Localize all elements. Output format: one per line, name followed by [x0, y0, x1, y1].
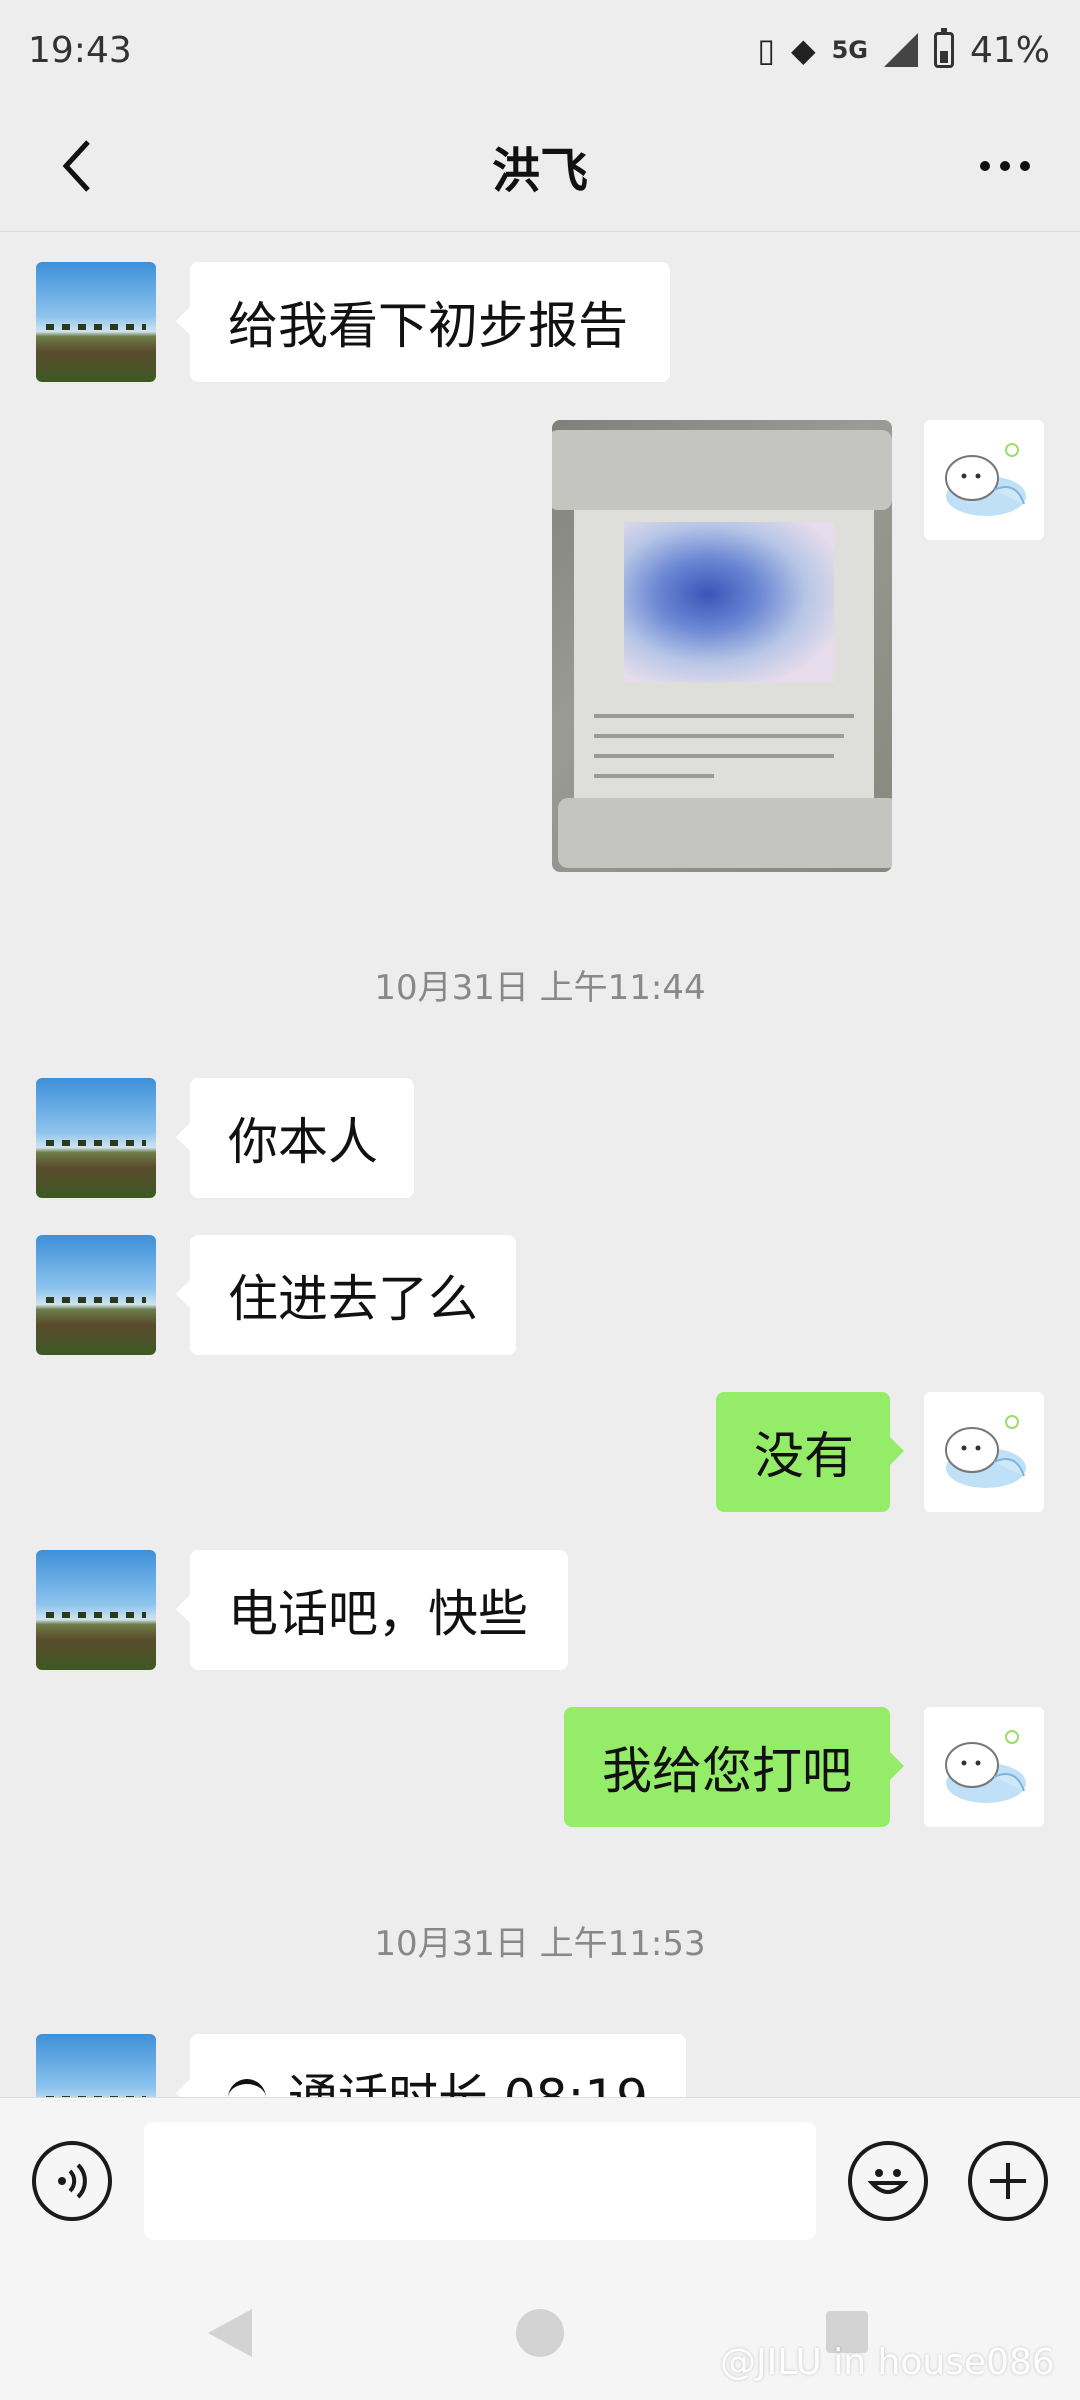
watermark: @JILU in house086: [720, 2342, 1055, 2383]
message-bubble[interactable]: 电话吧，快些: [176, 1550, 568, 1670]
chat-title: 洪飞: [491, 142, 588, 199]
status-icons: ▯ ◆ 5G 41%: [757, 28, 1050, 71]
contact-avatar[interactable]: [36, 262, 156, 382]
signal-icon: [883, 33, 918, 67]
call-duration: 通话时长 08:19: [288, 2058, 648, 2097]
plus-button[interactable]: [968, 2141, 1048, 2221]
contact-avatar[interactable]: [36, 2034, 156, 2097]
message-input[interactable]: [144, 2122, 816, 2240]
voice-icon: [58, 2163, 87, 2199]
contact-avatar[interactable]: [36, 1078, 156, 1198]
contact-avatar[interactable]: [36, 1235, 156, 1355]
back-button[interactable]: [40, 128, 116, 204]
emoji-button[interactable]: [848, 2141, 928, 2221]
plus-icon: [990, 2163, 1026, 2199]
status-bar: 19:43 ▯ ◆ 5G 41%: [0, 0, 1080, 100]
sleeping-bear-icon: [945, 1730, 1026, 1803]
message-bubble[interactable]: 住进去了么: [176, 1235, 516, 1355]
chat-header: 洪飞: [0, 100, 1080, 232]
network-type: 5G: [831, 36, 868, 64]
blurred-header: [552, 430, 892, 510]
wifi-icon: ◆: [790, 31, 816, 69]
more-button[interactable]: [960, 128, 1050, 204]
nav-back-icon[interactable]: [208, 2309, 252, 2357]
emoji-icon: [867, 2169, 909, 2194]
message-bubble[interactable]: 我给您打吧: [564, 1707, 904, 1827]
image-message[interactable]: [552, 420, 892, 872]
message-list[interactable]: 给我看下初步报告 10月31日 上午11:44 你本人 住进去了么 没有 电话吧…: [0, 232, 1080, 2097]
timestamp: 10月31日 上午11:53: [374, 1924, 706, 1964]
input-bar: [0, 2097, 1080, 2267]
nav-home-icon[interactable]: [516, 2309, 564, 2357]
battery-icon: [933, 28, 954, 68]
more-icon: [980, 161, 990, 171]
battery-level: 41%: [969, 29, 1050, 71]
call-record-bubble[interactable]: 通话时长 08:19: [176, 2034, 686, 2097]
blurred-footer: [558, 798, 892, 868]
message-bubble[interactable]: 没有: [716, 1392, 904, 1512]
chevron-left-icon: [62, 140, 90, 192]
message-bubble[interactable]: 给我看下初步报告: [176, 262, 670, 382]
sleeping-bear-icon: [945, 1415, 1026, 1488]
my-avatar[interactable]: [924, 420, 1044, 540]
status-time: 19:43: [28, 29, 132, 71]
my-avatar[interactable]: [924, 1392, 1044, 1512]
phone-icon: [228, 2079, 266, 2097]
microscope-image: [624, 522, 834, 682]
my-avatar[interactable]: [924, 1707, 1044, 1827]
hd-icon: ▯: [757, 31, 775, 69]
sleeping-bear-icon: [945, 443, 1026, 516]
voice-button[interactable]: [32, 2141, 112, 2221]
timestamp: 10月31日 上午11:44: [374, 968, 706, 1008]
message-bubble[interactable]: 你本人: [176, 1078, 414, 1198]
contact-avatar[interactable]: [36, 1550, 156, 1670]
